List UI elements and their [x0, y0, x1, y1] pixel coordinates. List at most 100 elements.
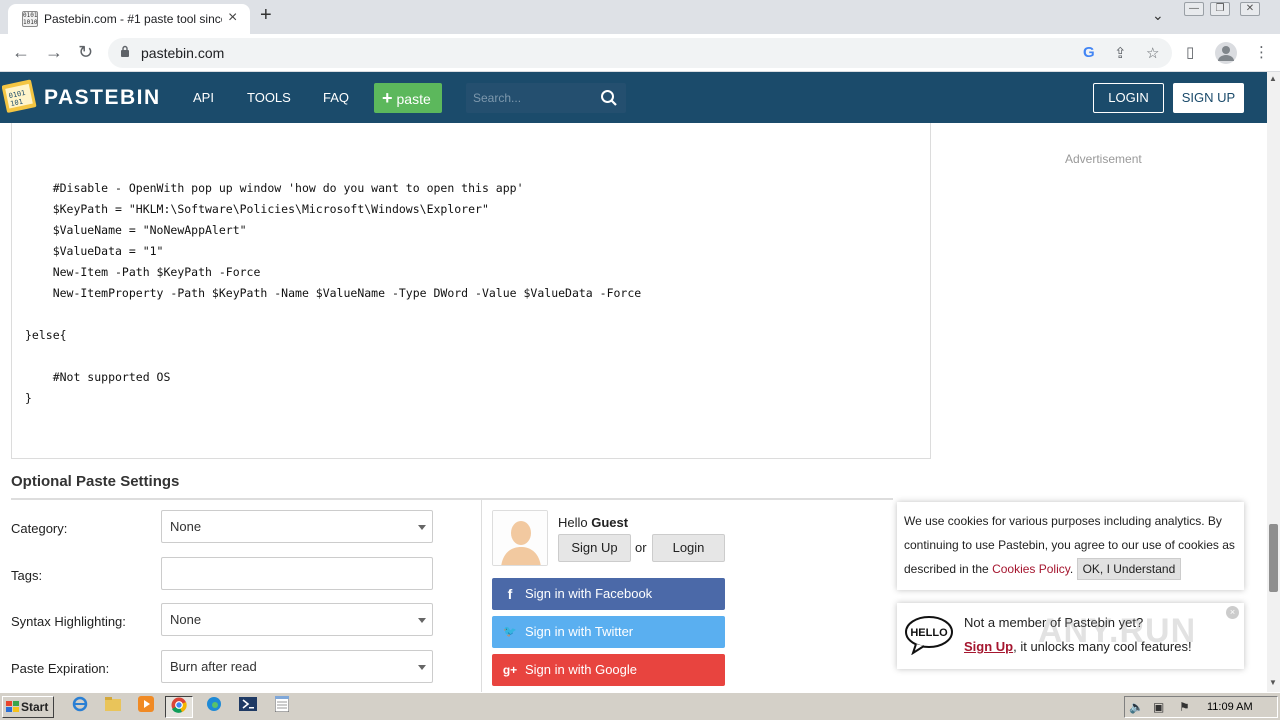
- search-input[interactable]: [466, 83, 596, 113]
- lock-icon: [121, 45, 129, 57]
- page-scrollbar[interactable]: ▲ ▼: [1267, 72, 1280, 692]
- paste-expiration-label: Paste Expiration:: [11, 661, 110, 676]
- url-text: pastebin.com: [141, 45, 225, 61]
- promo-signup-link[interactable]: Sign Up: [964, 639, 1013, 654]
- svg-text:HELLO: HELLO: [910, 627, 948, 639]
- nav-api[interactable]: API: [193, 90, 214, 105]
- file-explorer-icon[interactable]: [99, 696, 127, 718]
- google-icon[interactable]: G: [1083, 44, 1095, 61]
- tags-label: Tags:: [11, 568, 43, 583]
- hello-guest: Hello Guest: [558, 515, 628, 530]
- taskbar-clock: 11:09 AM: [1207, 701, 1253, 713]
- code-line: $ValueData = "1": [25, 244, 164, 258]
- scroll-down-arrow-icon[interactable]: ▼: [1269, 678, 1277, 687]
- internet-explorer-icon[interactable]: [66, 696, 94, 718]
- paste-code-box[interactable]: #Disable - OpenWith pop up window 'how d…: [11, 123, 931, 459]
- code-line: New-ItemProperty -Path $KeyPath -Name $V…: [25, 286, 642, 300]
- scrollbar-thumb[interactable]: [1269, 524, 1278, 592]
- twitter-icon: 🐦: [503, 626, 517, 638]
- google-signin-label: Sign in with Google: [525, 662, 638, 677]
- edge-icon[interactable]: [200, 696, 228, 718]
- browser-menu-icon[interactable]: ⋮: [1254, 43, 1269, 61]
- google-plus-icon: g+: [502, 663, 518, 677]
- forward-arrow-icon[interactable]: →: [45, 42, 63, 62]
- window-minimize-icon[interactable]: —: [1184, 2, 1204, 16]
- tab-search-icon[interactable]: ⌄: [1152, 7, 1164, 24]
- advertisement-label: Advertisement: [1065, 152, 1142, 166]
- code-line: }: [25, 391, 32, 405]
- twitter-signin-button[interactable]: 🐦 Sign in with Twitter: [492, 616, 725, 648]
- address-bar[interactable]: pastebin.com G ⇪ ☆: [108, 38, 1172, 68]
- syntax-highlighting-label: Syntax Highlighting:: [11, 614, 126, 629]
- anyrun-watermark: ANY.RUN: [1038, 612, 1197, 650]
- hello-text: Hello: [558, 515, 588, 530]
- media-player-icon[interactable]: [132, 696, 160, 718]
- syntax-highlighting-value: None: [170, 612, 202, 627]
- bookmark-star-icon[interactable]: ☆: [1146, 44, 1159, 62]
- cookie-accept-button[interactable]: OK, I Understand: [1076, 558, 1182, 580]
- hello-bubble-icon: HELLO: [905, 616, 953, 655]
- window-restore-icon[interactable]: ❐: [1210, 2, 1230, 16]
- new-tab-icon[interactable]: +: [260, 5, 272, 25]
- paste-expiration-value: Burn after read: [170, 659, 257, 674]
- pastebin-logo-icon[interactable]: 0101 101: [2, 78, 38, 114]
- code-line: #Disable - OpenWith pop up window 'how d…: [25, 181, 524, 195]
- guest-name: Guest: [591, 515, 629, 530]
- network-icon[interactable]: ▣: [1153, 700, 1164, 714]
- tab-close-icon[interactable]: ×: [228, 10, 237, 26]
- window-close-icon[interactable]: ✕: [1240, 2, 1260, 16]
- cookie-consent-text: We use cookies for various purposes incl…: [904, 509, 1239, 581]
- facebook-signin-button[interactable]: f Sign in with Facebook: [492, 578, 725, 610]
- start-label: Start: [21, 700, 49, 714]
- profile-avatar-icon[interactable]: [1215, 42, 1237, 64]
- notepad-icon[interactable]: [268, 695, 296, 718]
- back-arrow-icon[interactable]: ←: [12, 42, 30, 62]
- browser-toolbar: ← → ↻ pastebin.com G ⇪ ☆ ▯ ⋮: [0, 34, 1280, 72]
- pastebin-brand[interactable]: PASTEBIN: [44, 86, 161, 110]
- chrome-taskbar-icon[interactable]: [165, 696, 193, 718]
- guest-signup-button[interactable]: Sign Up: [558, 534, 631, 562]
- system-tray: 🔈 ▣ ⚑ 11:09 AM: [1124, 696, 1278, 718]
- nav-tools[interactable]: TOOLS: [247, 90, 291, 105]
- speaker-icon[interactable]: 🔈: [1129, 700, 1144, 714]
- new-paste-button[interactable]: + paste: [374, 83, 442, 113]
- close-icon[interactable]: ×: [1226, 606, 1239, 619]
- cookies-policy-link[interactable]: Cookies Policy: [992, 562, 1070, 576]
- cookie-period: .: [1069, 562, 1074, 576]
- code-line: #Not supported OS: [25, 370, 171, 384]
- code-line: $ValueName = "NoNewAppAlert": [25, 223, 247, 237]
- header-signup-button[interactable]: SIGN UP: [1173, 83, 1244, 113]
- header-login-button[interactable]: LOGIN: [1093, 83, 1164, 113]
- guest-avatar: [492, 510, 548, 566]
- paste-expiration-select[interactable]: Burn after read: [161, 650, 433, 683]
- plus-icon: +: [382, 88, 393, 108]
- share-icon[interactable]: ⇪: [1114, 44, 1127, 62]
- guest-avatar-icon: [493, 511, 547, 565]
- windows-taskbar: Start 🔈 ▣ ⚑ 11:09 AM: [0, 692, 1280, 720]
- scroll-up-arrow-icon[interactable]: ▲: [1269, 74, 1277, 83]
- start-button[interactable]: Start: [2, 696, 54, 718]
- settings-divider: [11, 498, 893, 500]
- code-line: $KeyPath = "HKLM:\Software\Policies\Micr…: [25, 202, 489, 216]
- category-value: None: [170, 519, 202, 534]
- or-text: or: [635, 540, 647, 555]
- code-line: New-Item -Path $KeyPath -Force: [25, 265, 261, 279]
- category-label: Category:: [11, 521, 68, 536]
- guest-login-button[interactable]: Login: [652, 534, 725, 562]
- tags-input[interactable]: [161, 557, 433, 590]
- category-select[interactable]: None: [161, 510, 433, 543]
- search-box: [466, 83, 626, 113]
- paste-button-label: paste: [396, 91, 431, 107]
- reload-icon[interactable]: ↻: [78, 42, 93, 62]
- side-panel-icon[interactable]: ▯: [1186, 43, 1194, 61]
- cookie-consent-popup: We use cookies for various purposes incl…: [897, 502, 1244, 590]
- code-line: }else{: [25, 328, 67, 342]
- nav-faq[interactable]: FAQ: [323, 90, 349, 105]
- google-signin-button[interactable]: g+ Sign in with Google: [492, 654, 725, 686]
- browser-tab-strip: 0101 1010 Pastebin.com - #1 paste tool s…: [0, 0, 1280, 34]
- action-center-flag-icon[interactable]: ⚑: [1179, 700, 1190, 714]
- search-icon[interactable]: [600, 89, 618, 107]
- powershell-icon[interactable]: [234, 696, 262, 718]
- syntax-highlighting-select[interactable]: None: [161, 603, 433, 636]
- browser-tab[interactable]: 0101 1010 Pastebin.com - #1 paste tool s…: [8, 4, 250, 34]
